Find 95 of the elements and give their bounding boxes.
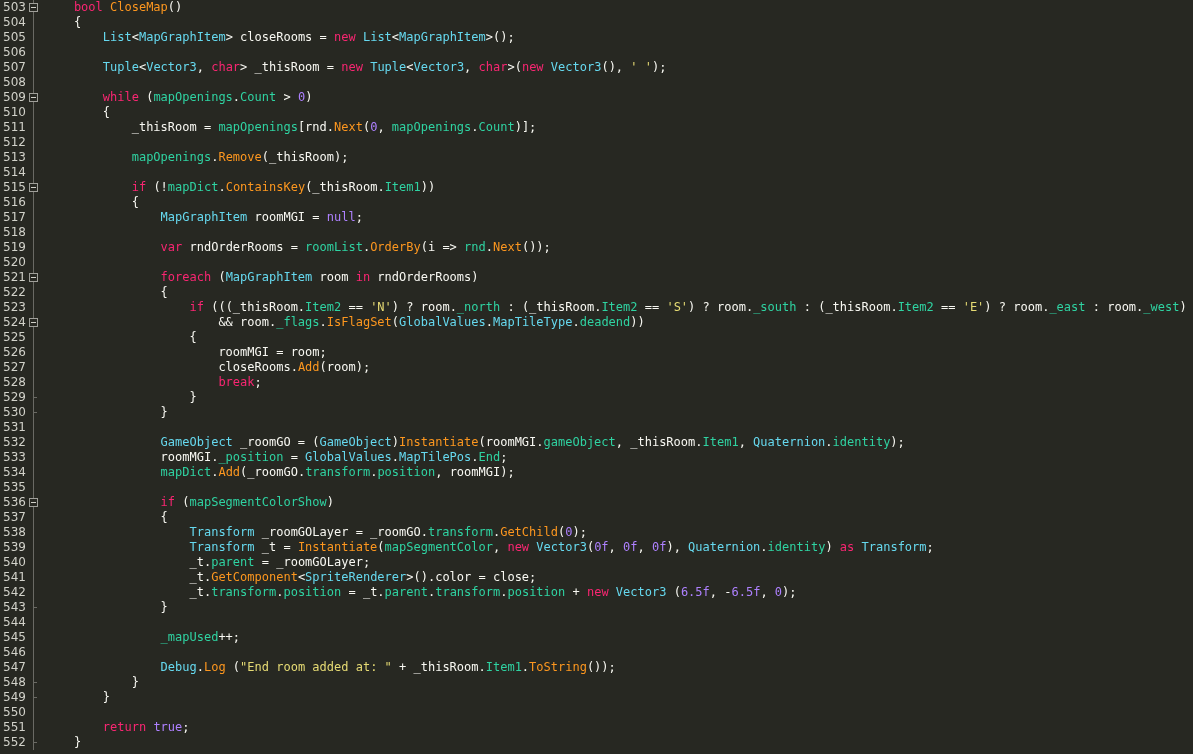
- code-line: GameObject _roomGO = (GameObject)Instantiate(roomMGI.gameObject, _thisRoom.Item1, Quaternion.identity);: [159, 435, 905, 450]
- line-number: 545: [2, 630, 26, 645]
- fold-collapse-icon[interactable]: [29, 273, 38, 282]
- code-line: foreach (MapGraphItem room in rndOrderRooms): [159, 270, 479, 285]
- line-number: 540: [2, 555, 26, 570]
- code-line: _thisRoom = mapOpenings[rnd.Next(0, mapOpenings.Count)];: [130, 120, 537, 135]
- line-number: 537: [2, 510, 26, 525]
- line-number: 518: [2, 225, 26, 240]
- line-number: 521: [2, 270, 26, 285]
- fold-collapse-icon[interactable]: [29, 318, 38, 327]
- code-line: {: [130, 195, 139, 210]
- fold-collapse-icon[interactable]: [29, 93, 38, 102]
- line-number: 510: [2, 105, 26, 120]
- line-number: 541: [2, 570, 26, 585]
- fold-collapse-icon[interactable]: [29, 498, 38, 507]
- line-number: 511: [2, 120, 26, 135]
- code-line: {: [159, 285, 168, 300]
- line-number: 505: [2, 30, 26, 45]
- line-number: 507: [2, 60, 26, 75]
- code-line: if (mapSegmentColorShow): [159, 495, 334, 510]
- line-number: 524: [2, 315, 26, 330]
- code-line: {: [72, 15, 82, 30]
- line-number: 536: [2, 495, 26, 510]
- line-number: 503: [2, 0, 26, 15]
- line-number: 527: [2, 360, 26, 375]
- line-number: 515: [2, 180, 26, 195]
- code-line: _t.transform.position = _t.parent.transform.position + new Vector3 (6.5f, -6.5f, 0);: [188, 585, 797, 600]
- line-number: 519: [2, 240, 26, 255]
- code-line: }: [159, 600, 168, 615]
- line-number: 543: [2, 600, 26, 615]
- line-number: 520: [2, 255, 26, 270]
- code-line: }: [130, 675, 139, 690]
- code-line: mapDict.Add(_roomGO.transform.position, roomMGI);: [159, 465, 515, 480]
- code-line: while (mapOpenings.Count > 0): [101, 90, 313, 105]
- code-line: List<MapGraphItem> closeRooms = new List<MapGraphItem>();: [101, 30, 515, 45]
- code-line: if (!mapDict.ContainsKey(_thisRoom.Item1)): [130, 180, 436, 195]
- fold-collapse-icon[interactable]: [29, 183, 38, 192]
- line-number: 547: [2, 660, 26, 675]
- line-number: 525: [2, 330, 26, 345]
- line-number: 506: [2, 45, 26, 60]
- code-line: }: [72, 735, 82, 750]
- line-number: 539: [2, 540, 26, 555]
- line-number: 529: [2, 390, 26, 405]
- line-number: 533: [2, 450, 26, 465]
- line-number: 551: [2, 720, 26, 735]
- line-number: 513: [2, 150, 26, 165]
- code-line: {: [101, 105, 111, 120]
- code-line: {: [159, 510, 168, 525]
- code-line: _t.GetComponent<SpriteRenderer>().color = close;: [188, 570, 537, 585]
- line-number: 548: [2, 675, 26, 690]
- line-number: 546: [2, 645, 26, 660]
- code-line: _t.parent = _roomGOLayer;: [188, 555, 371, 570]
- line-number: 522: [2, 285, 26, 300]
- code-line: mapOpenings.Remove(_thisRoom);: [130, 150, 349, 165]
- line-number: 550: [2, 705, 26, 720]
- code-line: }: [159, 405, 168, 420]
- line-number: 531: [2, 420, 26, 435]
- line-number: 535: [2, 480, 26, 495]
- line-number: 532: [2, 435, 26, 450]
- code-line: Debug.Log ("End room added at: " + _thisRoom.Item1.ToString());: [159, 660, 616, 675]
- code-line: Transform _roomGOLayer = _roomGO.transform.GetChild(0);: [188, 525, 587, 540]
- fold-collapse-icon[interactable]: [29, 3, 38, 12]
- code-line: {: [188, 330, 197, 345]
- line-number: 512: [2, 135, 26, 150]
- code-line: MapGraphItem roomMGI = null;: [159, 210, 363, 225]
- line-number: 514: [2, 165, 26, 180]
- line-number: 542: [2, 585, 26, 600]
- line-number: 517: [2, 210, 26, 225]
- line-number: 534: [2, 465, 26, 480]
- code-line: _mapUsed++;: [159, 630, 241, 645]
- line-number: 504: [2, 15, 26, 30]
- code-line: }: [188, 390, 197, 405]
- line-number: 552: [2, 735, 26, 750]
- code-line: if (((_thisRoom.Item2 == 'N') ? room._north : (_thisRoom.Item2 == 'S') ? room._south : (_thisRoom.Item2 == 'E') ? room._east : room._west): [188, 300, 1187, 315]
- line-number: 530: [2, 405, 26, 420]
- line-number: 549: [2, 690, 26, 705]
- code-line: Tuple<Vector3, char> _thisRoom = new Tuple<Vector3, char>(new Vector3(), ' ');: [101, 60, 667, 75]
- code-line: closeRooms.Add(room);: [217, 360, 371, 375]
- line-number: 509: [2, 90, 26, 105]
- code-line: break;: [217, 375, 262, 390]
- code-line: var rndOrderRooms = roomList.OrderBy(i => rnd.Next());: [159, 240, 551, 255]
- code-line: bool CloseMap(): [72, 0, 183, 15]
- code-line: roomMGI = room;: [217, 345, 327, 360]
- line-number: 528: [2, 375, 26, 390]
- line-number: 526: [2, 345, 26, 360]
- line-number: 538: [2, 525, 26, 540]
- code-line: Transform _t = Instantiate(mapSegmentColor, new Vector3(0f, 0f, 0f), Quaternion.identity) as Transform;: [188, 540, 934, 555]
- code-line: && room._flags.IsFlagSet(GlobalValues.MapTileType.deadend)): [217, 315, 645, 330]
- line-number: 523: [2, 300, 26, 315]
- code-line: return true;: [101, 720, 190, 735]
- code-line: roomMGI._position = GlobalValues.MapTilePos.End;: [159, 450, 508, 465]
- line-number: 544: [2, 615, 26, 630]
- code-line: }: [101, 690, 111, 705]
- line-number: 516: [2, 195, 26, 210]
- line-number: 508: [2, 75, 26, 90]
